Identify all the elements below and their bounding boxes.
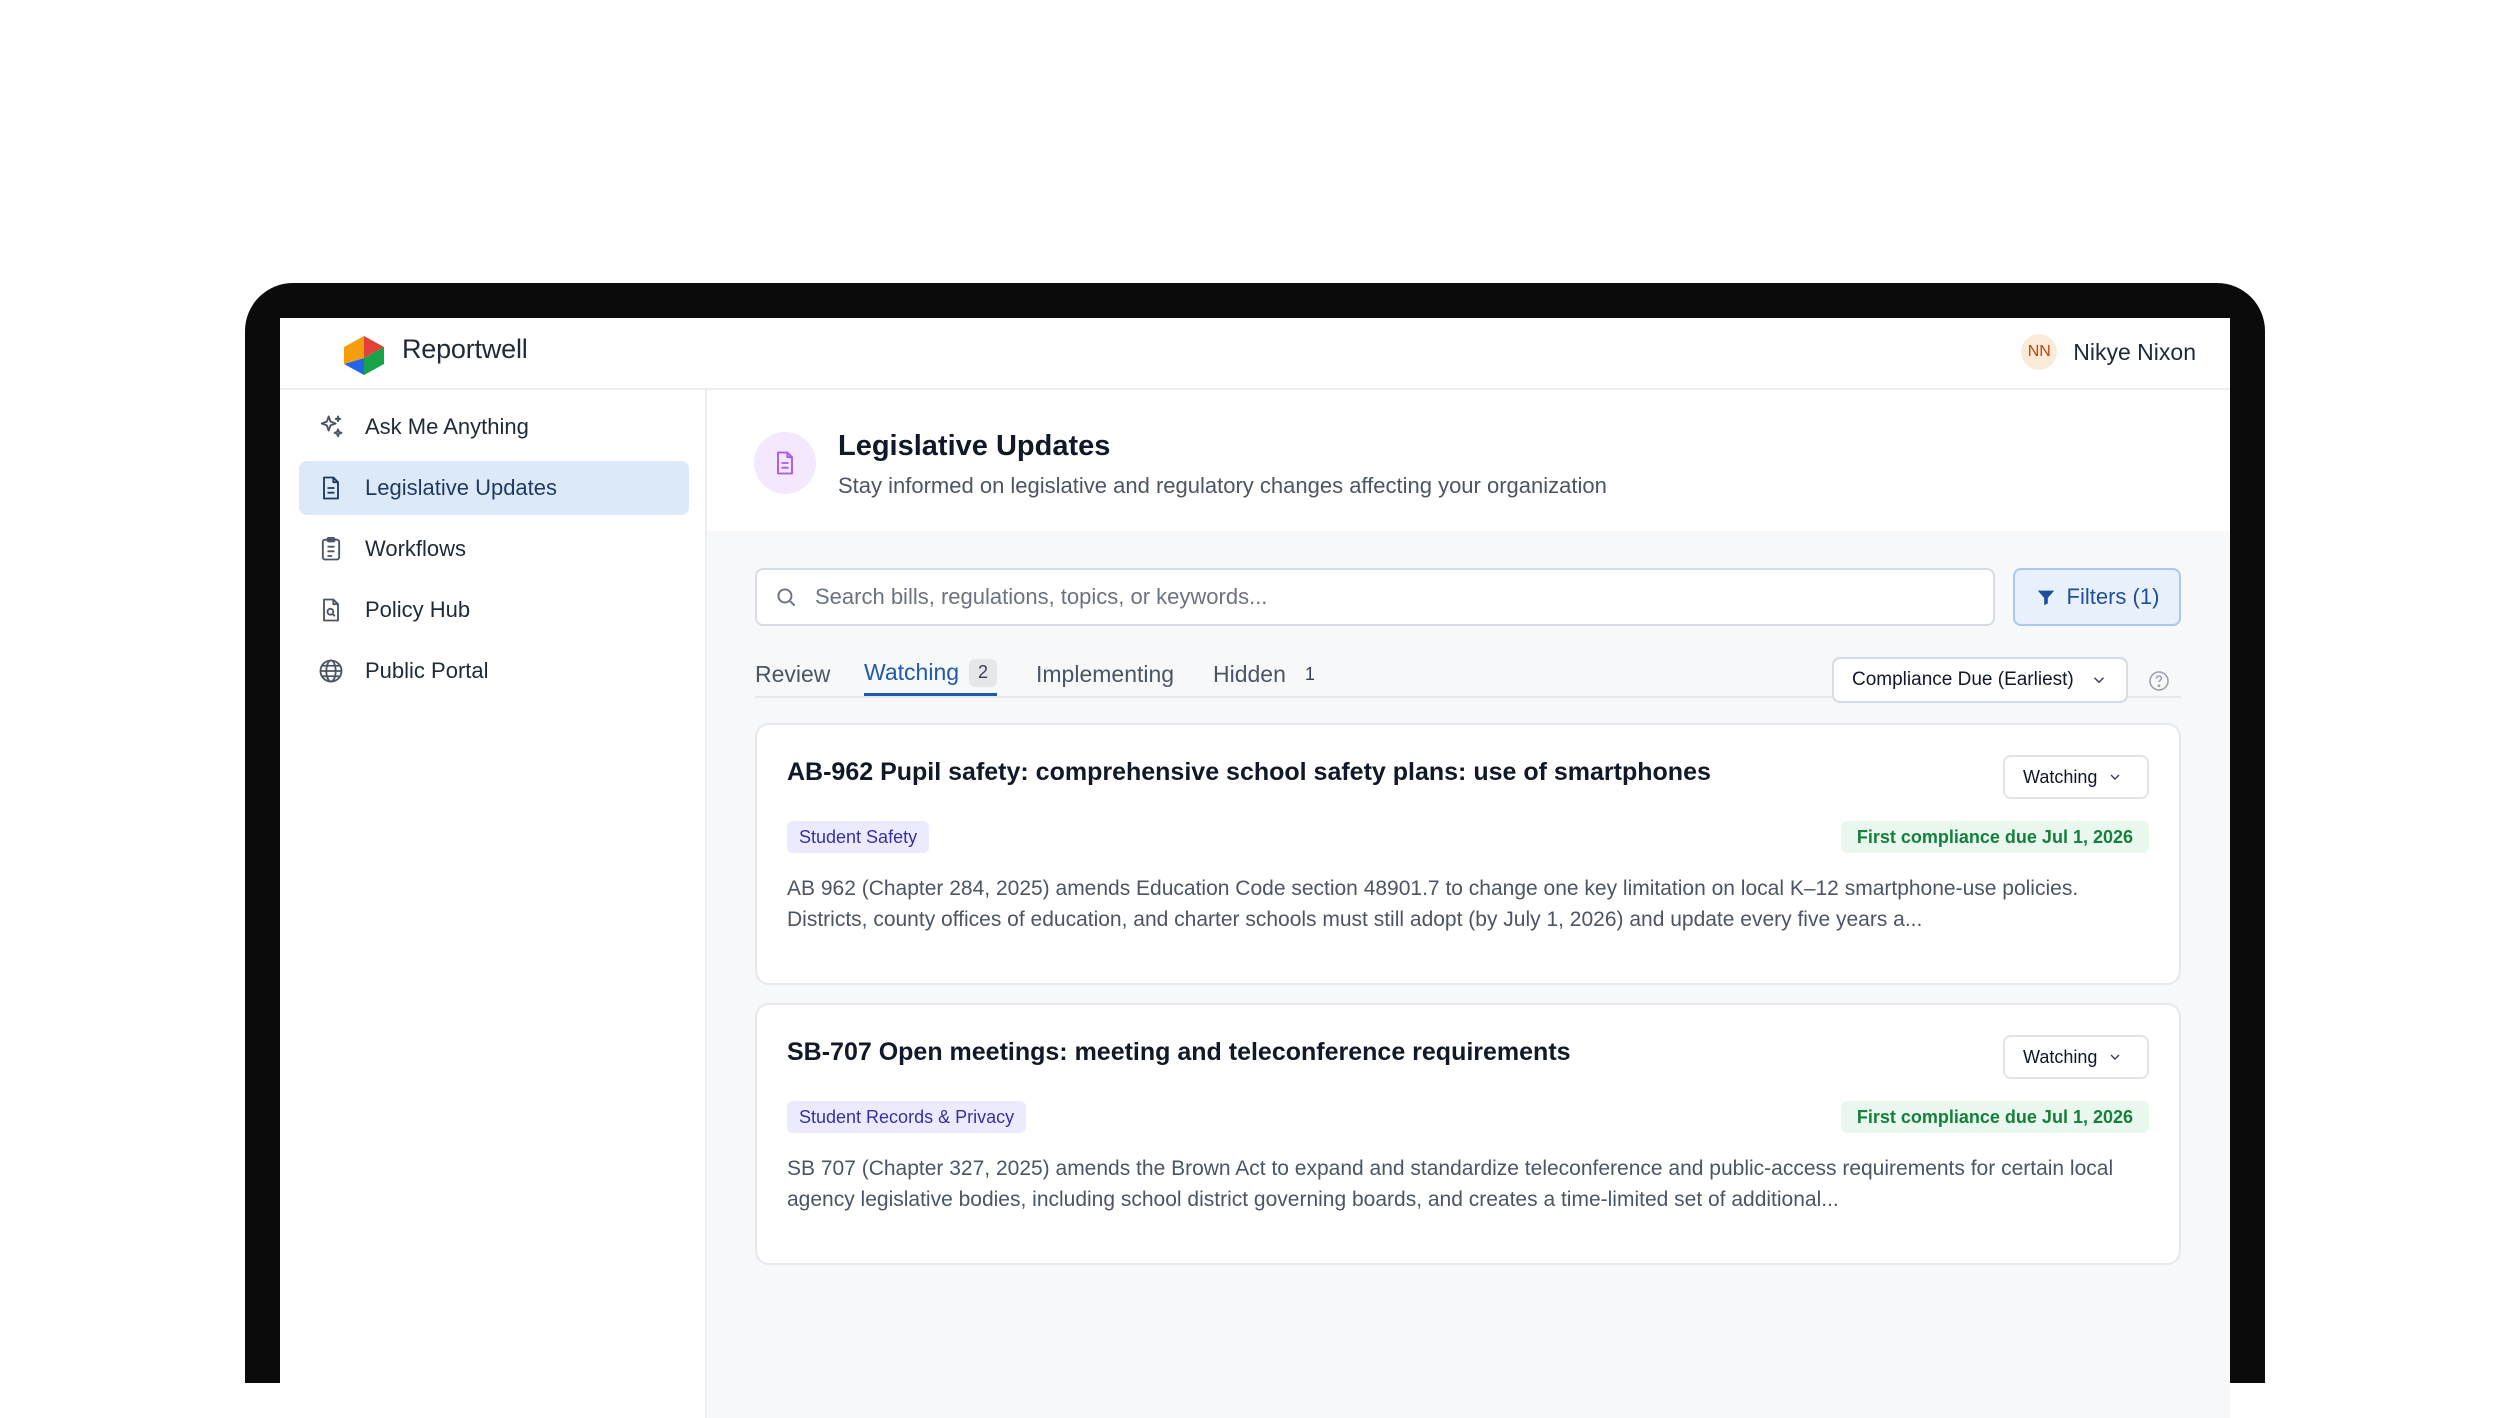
globe-icon (317, 657, 345, 685)
bill-title[interactable]: AB-962 Pupil safety: comprehensive schoo… (787, 758, 1711, 787)
search-icon (773, 584, 799, 610)
sidebar-item-public-portal[interactable]: Public Portal (299, 644, 689, 698)
file-search-icon (317, 596, 345, 624)
sparkles-icon (317, 413, 345, 441)
sidebar-item-policy-hub[interactable]: Policy Hub (299, 583, 689, 637)
tab-label: Watching (864, 659, 960, 685)
page-title: Legislative Updates (838, 430, 1111, 462)
tab-watching[interactable]: Watching 2 (864, 652, 998, 696)
watch-status-dropdown[interactable]: Watching (2003, 1035, 2149, 1079)
tab-label: Implementing (1036, 660, 1175, 687)
watch-status-label: Watching (2023, 1046, 2098, 1067)
page-header: Legislative Updates Stay informed on leg… (707, 390, 2230, 531)
brand-name: Reportwell (402, 334, 528, 364)
avatar[interactable]: NN (2021, 334, 2058, 370)
page-subtitle: Stay informed on legislative and regulat… (838, 473, 1607, 498)
app-window: Reportwell NN Nikye Nixon Ask Me Anythin… (280, 318, 2230, 1418)
bill-title[interactable]: SB-707 Open meetings: meeting and teleco… (787, 1038, 1571, 1067)
compliance-due-badge: First compliance due Jul 1, 2026 (1840, 821, 2149, 853)
clipboard-list-icon (317, 535, 345, 563)
main-content: Legislative Updates Stay informed on leg… (707, 390, 2230, 1418)
filters-label: Filters (1) (2066, 584, 2160, 609)
tab-count-badge: 2 (969, 658, 998, 687)
sort-dropdown[interactable]: Compliance Due (Earliest) (1832, 657, 2128, 703)
filter-icon (2035, 586, 2057, 608)
sidebar-item-ask-me-anything[interactable]: Ask Me Anything (299, 400, 689, 454)
sidebar-item-label: Workflows (365, 536, 467, 561)
tab-count-badge: 1 (1304, 663, 1315, 684)
chevron-down-icon (2107, 1049, 2123, 1065)
sort-selected-value: Compliance Due (Earliest) (1852, 669, 2074, 690)
sidebar-item-legislative-updates[interactable]: Legislative Updates (299, 461, 689, 515)
tab-label: Hidden (1213, 660, 1286, 687)
help-icon[interactable] (2147, 669, 2171, 693)
sidebar-item-label: Policy Hub (365, 597, 471, 622)
tab-label: Review (755, 660, 831, 687)
search-input[interactable] (813, 583, 1967, 611)
sidebar-item-label: Public Portal (365, 658, 489, 683)
document-icon (754, 432, 816, 494)
sidebar-item-label: Legislative Updates (365, 475, 558, 500)
watch-status-dropdown[interactable]: Watching (2003, 755, 2149, 799)
filters-button[interactable]: Filters (1) (2013, 568, 2181, 626)
chevron-down-icon (2107, 769, 2123, 785)
top-bar: Reportwell NN Nikye Nixon (280, 318, 2230, 390)
sidebar-item-workflows[interactable]: Workflows (299, 522, 689, 576)
compliance-due-badge: First compliance due Jul 1, 2026 (1840, 1101, 2149, 1133)
bill-summary: AB 962 (Chapter 284, 2025) amends Educat… (787, 877, 2079, 931)
tab-review[interactable]: Review (755, 652, 830, 696)
document-icon (317, 474, 345, 502)
tab-implementing[interactable]: Implementing (1036, 652, 1174, 696)
laptop-frame: Reportwell NN Nikye Nixon Ask Me Anythin… (245, 283, 2265, 1418)
topic-tag: Student Records & Privacy (787, 1101, 1027, 1133)
bill-card[interactable]: SB-707 Open meetings: meeting and teleco… (755, 1003, 2181, 1265)
watch-status-label: Watching (2023, 766, 2098, 787)
user-name[interactable]: Nikye Nixon (2073, 339, 2196, 366)
sidebar: Ask Me Anything Legislative Updates Work… (280, 390, 707, 1418)
sidebar-item-label: Ask Me Anything (365, 414, 529, 439)
chevron-down-icon (2090, 671, 2108, 689)
topic-tag: Student Safety (787, 821, 930, 853)
bill-summary: SB 707 (Chapter 327, 2025) amends the Br… (787, 1157, 2114, 1211)
tab-hidden[interactable]: Hidden 1 (1213, 652, 1324, 696)
bill-card[interactable]: AB-962 Pupil safety: comprehensive schoo… (755, 723, 2181, 985)
user-menu[interactable]: NN Nikye Nixon (2021, 334, 2196, 370)
logo-icon[interactable] (340, 334, 388, 376)
search-bar[interactable] (755, 568, 1995, 626)
